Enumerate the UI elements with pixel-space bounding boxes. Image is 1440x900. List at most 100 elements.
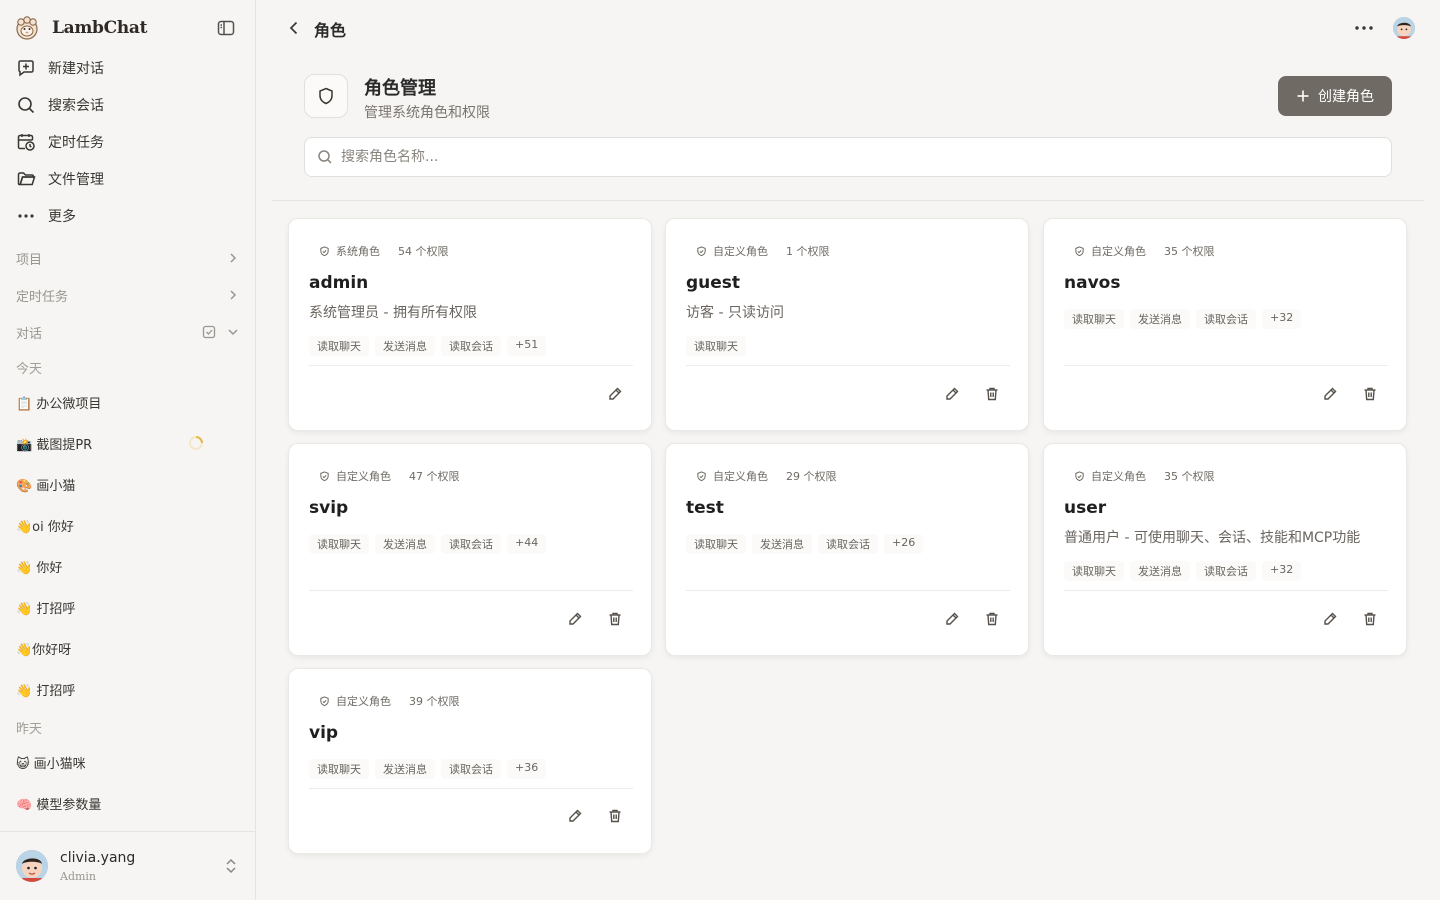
conversation-item[interactable]: 👋 打招呼 xyxy=(16,595,236,619)
section-conversations[interactable]: 对话 xyxy=(16,320,240,344)
search-icon xyxy=(318,150,332,164)
chevron-up-down-icon[interactable] xyxy=(222,856,240,876)
conversation-item[interactable]: 👋oi 你好 xyxy=(16,513,236,537)
card-divider xyxy=(1064,365,1388,366)
delete-trash-icon[interactable] xyxy=(984,386,1000,402)
shield-icon xyxy=(697,245,706,256)
permission-tag: 读取聊天 xyxy=(309,759,369,779)
role-card-svip[interactable]: 自定义角色 47 个权限 svip 读取聊天 发送消息 读取会话 +44 xyxy=(288,443,652,656)
conversation-item[interactable]: 👋你好呀 xyxy=(16,636,236,660)
permission-tags: 读取聊天 发送消息 读取会话 +51 xyxy=(309,336,547,356)
role-card-navos[interactable]: 自定义角色 35 个权限 navos 读取聊天 发送消息 读取会话 +32 xyxy=(1043,218,1407,431)
edit-pencil-icon[interactable] xyxy=(567,808,583,824)
shield-icon xyxy=(319,87,333,105)
edit-pencil-icon[interactable] xyxy=(944,386,960,402)
role-description: 访客 - 只读访问 xyxy=(686,305,784,321)
sidebar-toggle-icon[interactable] xyxy=(216,18,236,38)
delete-trash-icon[interactable] xyxy=(607,808,623,824)
delete-trash-icon[interactable] xyxy=(984,611,1000,627)
group-today: 今天 xyxy=(16,362,43,377)
edit-pencil-icon[interactable] xyxy=(1322,611,1338,627)
folder-icon xyxy=(17,172,36,186)
permission-tags: 读取聊天 发送消息 读取会话 +26 xyxy=(686,534,924,554)
nav-file-management[interactable]: 文件管理 xyxy=(16,164,236,194)
chevron-right-icon xyxy=(230,253,237,263)
permission-tag: 读取聊天 xyxy=(686,336,746,356)
delete-trash-icon[interactable] xyxy=(1362,386,1378,402)
conversation-item[interactable]: 📋 办公微项目 xyxy=(16,390,236,414)
page-subtitle: 管理系统角色和权限 xyxy=(364,105,490,121)
role-type: 自定义角色 xyxy=(713,245,768,258)
top-avatar[interactable] xyxy=(1393,17,1415,39)
nav-new-chat[interactable]: 新建对话 xyxy=(16,53,236,83)
nav-search[interactable]: 搜索会话 xyxy=(16,90,236,120)
role-name: navos xyxy=(1064,273,1121,293)
permission-tag: +44 xyxy=(507,534,547,554)
section-scheduled[interactable]: 定时任务 xyxy=(16,283,240,307)
delete-trash-icon[interactable] xyxy=(1362,611,1378,627)
permission-tag: +36 xyxy=(507,759,547,779)
role-type: 系统角色 xyxy=(336,245,380,258)
conversation-title: 😺 画小猫咪 xyxy=(16,756,86,772)
user-role: Admin xyxy=(60,870,97,883)
edit-pencil-icon[interactable] xyxy=(944,611,960,627)
permission-count: 35 个权限 xyxy=(1164,470,1215,483)
role-card-vip[interactable]: 自定义角色 39 个权限 vip 读取聊天 发送消息 读取会话 +36 xyxy=(288,668,652,854)
permission-tag: 读取聊天 xyxy=(1064,309,1124,329)
calendar-clock-icon xyxy=(17,134,35,151)
conversation-item[interactable]: 🎨 画小猫 xyxy=(16,472,236,496)
card-divider xyxy=(309,365,633,366)
group-yesterday: 昨天 xyxy=(16,722,43,737)
conversation-title: 📸 截图提PR xyxy=(16,437,93,453)
conversation-item[interactable]: 📸 截图提PR xyxy=(16,431,236,455)
role-search-box[interactable] xyxy=(304,137,1392,177)
permission-tag: 发送消息 xyxy=(1130,309,1190,329)
conversation-item[interactable]: 👋 你好 xyxy=(16,554,236,578)
role-search-input[interactable] xyxy=(341,149,1381,165)
conversation-title: 👋oi 你好 xyxy=(16,519,74,535)
role-name: test xyxy=(686,498,724,518)
role-name: user xyxy=(1064,498,1107,518)
conversation-item[interactable]: 👋 打招呼 xyxy=(16,677,236,701)
permission-tag: 读取聊天 xyxy=(309,534,369,554)
permission-tag: +26 xyxy=(884,534,924,554)
role-name: svip xyxy=(309,498,349,518)
edit-pencil-icon[interactable] xyxy=(607,386,623,402)
role-type: 自定义角色 xyxy=(336,470,391,483)
select-checkbox-icon[interactable] xyxy=(202,325,216,339)
more-options-icon[interactable] xyxy=(1352,18,1376,38)
nav-more[interactable]: 更多 xyxy=(16,201,236,231)
user-panel[interactable]: clivia.yang Admin xyxy=(0,831,256,900)
back-chevron-icon[interactable] xyxy=(284,18,304,38)
permission-tag: 读取聊天 xyxy=(1064,561,1124,581)
role-card-admin[interactable]: 系统角色 54 个权限 admin 系统管理员 - 拥有所有权限 读取聊天 发送消… xyxy=(288,218,652,431)
conversation-title: 🧠 模型参数量 xyxy=(16,797,102,813)
edit-pencil-icon[interactable] xyxy=(1322,386,1338,402)
role-card-user[interactable]: 自定义角色 35 个权限 user 普通用户 - 可使用聊天、会话、技能和MCP… xyxy=(1043,443,1407,656)
role-meta: 自定义角色 1 个权限 xyxy=(696,243,830,259)
role-meta: 系统角色 54 个权限 xyxy=(319,243,449,259)
section-projects[interactable]: 项目 xyxy=(16,246,240,270)
role-type: 自定义角色 xyxy=(713,470,768,483)
conversation-title: 👋你好呀 xyxy=(16,642,72,658)
divider xyxy=(272,200,1424,201)
chevron-right-icon xyxy=(230,290,237,300)
conversation-item[interactable]: 😺 画小猫咪 xyxy=(16,750,236,774)
avatar-icon xyxy=(16,850,48,882)
role-card-test[interactable]: 自定义角色 29 个权限 test 读取聊天 发送消息 读取会话 +26 xyxy=(665,443,1029,656)
conversation-title: 👋 你好 xyxy=(16,560,63,576)
brand[interactable]: LambChat xyxy=(14,14,148,42)
create-role-button[interactable]: 创建角色 xyxy=(1278,76,1392,116)
shield-icon xyxy=(320,245,329,256)
conversation-title: 📋 办公微项目 xyxy=(16,396,102,412)
nav-scheduled-tasks[interactable]: 定时任务 xyxy=(16,127,236,157)
permission-tag: 发送消息 xyxy=(752,534,812,554)
role-name: vip xyxy=(309,723,339,743)
role-meta: 自定义角色 29 个权限 xyxy=(696,468,837,484)
edit-pencil-icon[interactable] xyxy=(567,611,583,627)
role-type: 自定义角色 xyxy=(1091,470,1146,483)
permission-tag: 读取会话 xyxy=(818,534,878,554)
role-card-guest[interactable]: 自定义角色 1 个权限 guest 访客 - 只读访问 读取聊天 xyxy=(665,218,1029,431)
delete-trash-icon[interactable] xyxy=(607,611,623,627)
conversation-item[interactable]: 🧠 模型参数量 xyxy=(16,791,236,815)
